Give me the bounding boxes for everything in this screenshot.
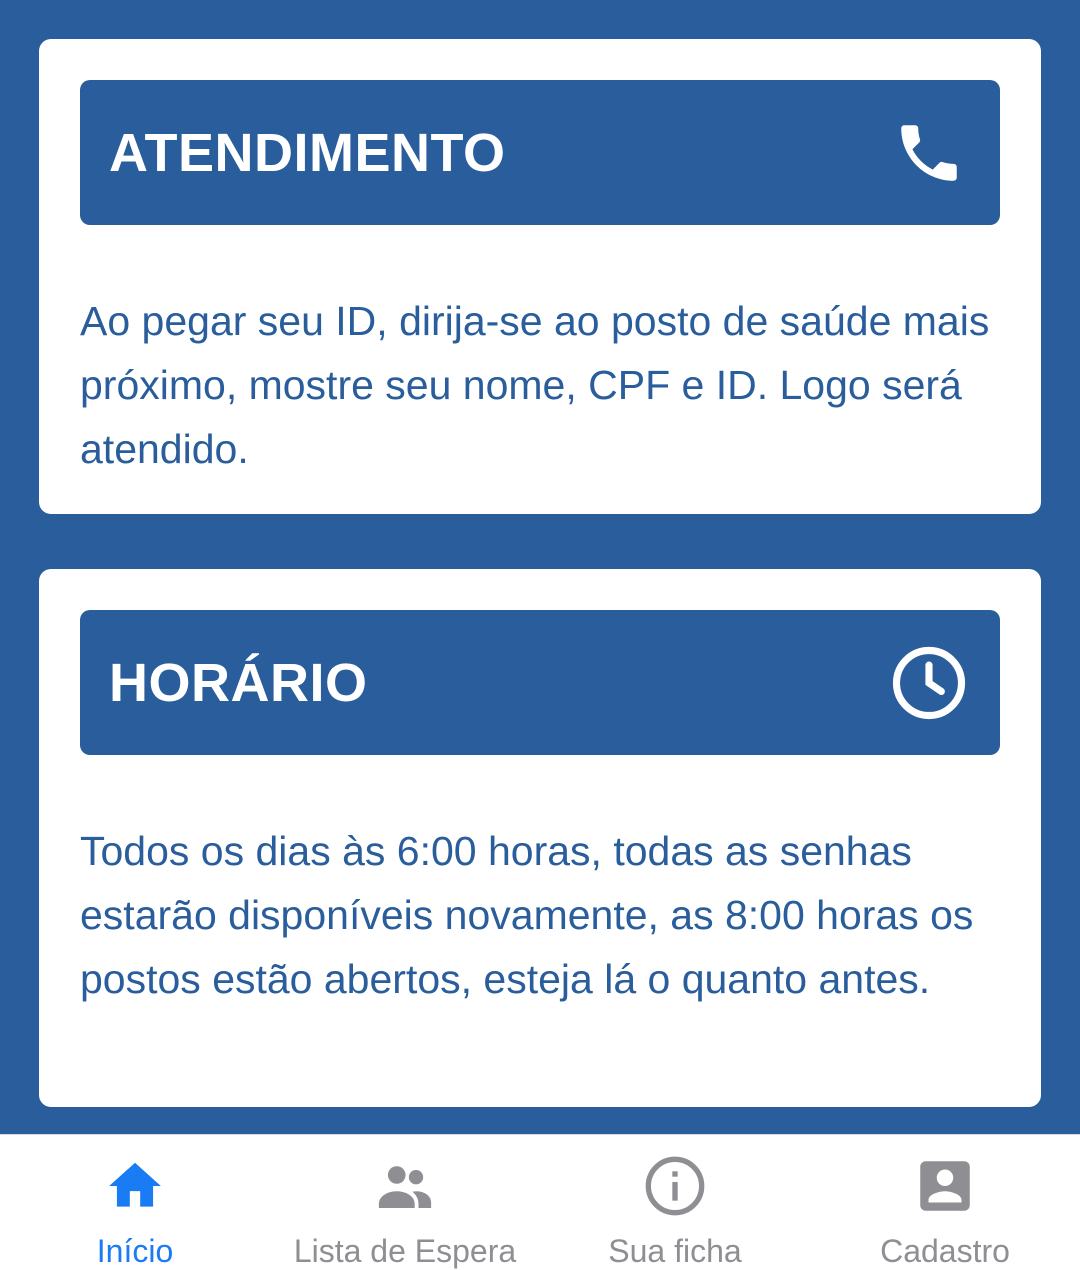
- bottom-tab-bar: Início Lista de Espera Sua ficha Cadastr…: [0, 1134, 1080, 1270]
- account-box-icon: [910, 1151, 980, 1221]
- tab-sua-ficha-label: Sua ficha: [608, 1233, 742, 1269]
- home-screen: ATENDIMENTO Ao pegar seu ID, dirija-se a…: [0, 0, 1080, 1270]
- tab-lista-de-espera[interactable]: Lista de Espera: [270, 1135, 540, 1270]
- home-icon: [100, 1151, 170, 1221]
- people-icon: [370, 1151, 440, 1221]
- atendimento-title: ATENDIMENTO: [109, 122, 506, 183]
- tab-inicio-label: Início: [96, 1233, 174, 1269]
- tab-inicio[interactable]: Início: [0, 1135, 270, 1270]
- info-icon: [640, 1151, 710, 1221]
- tab-lista-de-espera-label: Lista de Espera: [293, 1233, 517, 1269]
- horario-header: HORÁRIO: [80, 610, 1000, 755]
- clock-icon: [890, 644, 968, 722]
- atendimento-header: ATENDIMENTO: [80, 80, 1000, 225]
- atendimento-card: ATENDIMENTO Ao pegar seu ID, dirija-se a…: [39, 39, 1041, 514]
- phone-icon: [890, 114, 968, 192]
- horario-card: HORÁRIO Todos os dias às 6:00 horas, tod…: [39, 569, 1041, 1107]
- horario-title: HORÁRIO: [109, 652, 368, 713]
- atendimento-text: Ao pegar seu ID, dirija-se ao posto de s…: [80, 298, 990, 472]
- tab-cadastro[interactable]: Cadastro: [810, 1135, 1080, 1270]
- tab-cadastro-label: Cadastro: [880, 1233, 1010, 1269]
- tab-sua-ficha[interactable]: Sua ficha: [540, 1135, 810, 1270]
- horario-text: Todos os dias às 6:00 horas, todas as se…: [80, 828, 974, 1002]
